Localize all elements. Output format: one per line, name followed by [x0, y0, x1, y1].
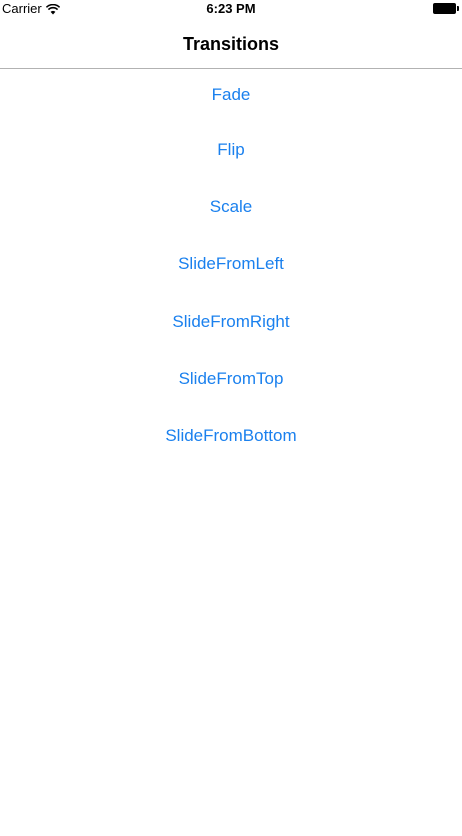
transition-list: Fade Flip Scale SlideFromLeft SlideFromR…	[0, 69, 462, 465]
status-time: 6:23 PM	[206, 1, 256, 16]
flip-button[interactable]: Flip	[0, 121, 462, 178]
slide-from-right-button[interactable]: SlideFromRight	[0, 293, 462, 350]
status-bar: Carrier 6:23 PM	[0, 0, 462, 18]
scale-button[interactable]: Scale	[0, 178, 462, 235]
page-title: Transitions	[182, 34, 280, 54]
navigation-bar: Transitions	[0, 18, 462, 69]
slide-from-top-button[interactable]: SlideFromTop	[0, 350, 462, 407]
slide-from-left-button[interactable]: SlideFromLeft	[0, 236, 462, 293]
battery-icon	[433, 3, 459, 14]
slide-from-bottom-button[interactable]: SlideFromBottom	[0, 407, 462, 464]
fade-button[interactable]: Fade	[0, 69, 462, 121]
